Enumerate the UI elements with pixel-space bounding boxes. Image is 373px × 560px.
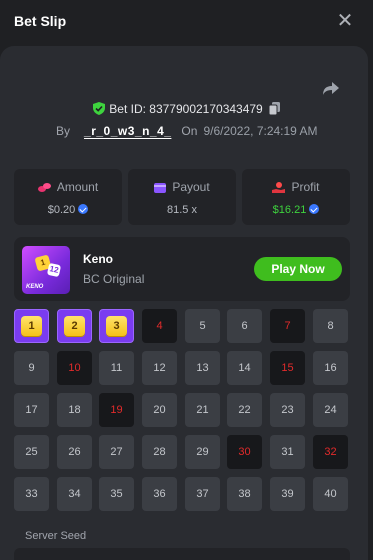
keno-cell[interactable]: 24	[313, 393, 348, 427]
on-label: On	[181, 124, 198, 138]
keno-cell-drawn[interactable]: 4	[142, 309, 177, 343]
shield-check-icon	[93, 102, 106, 115]
close-icon[interactable]: ✕	[335, 9, 355, 33]
keno-cell-drawn[interactable]: 32	[313, 435, 348, 469]
keno-cell[interactable]: 35	[99, 477, 134, 511]
coins-icon	[37, 183, 51, 192]
bet-datetime: 9/6/2022, 7:24:19 AM	[203, 124, 318, 138]
keno-cell[interactable]: 17	[14, 393, 49, 427]
username-link[interactable]: _r_0_w3_n_4_	[84, 124, 171, 138]
amount-value: $0.20	[14, 204, 122, 216]
usd-coin-icon	[78, 204, 89, 214]
keno-tile: 3	[106, 316, 127, 336]
keno-cell-hit[interactable]: 3	[99, 309, 134, 343]
keno-cell[interactable]: 31	[270, 435, 305, 469]
keno-cell[interactable]: 27	[99, 435, 134, 469]
profit-value: $16.21	[242, 204, 350, 216]
keno-cell[interactable]: 21	[185, 393, 220, 427]
keno-cell[interactable]: 28	[142, 435, 177, 469]
amount-card: Amount $0.20	[14, 169, 122, 225]
server-seed-label: Server Seed	[25, 530, 87, 542]
wallet-icon	[154, 183, 167, 193]
keno-cell[interactable]: 13	[185, 351, 220, 385]
game-provider: BC Original	[83, 272, 145, 286]
keno-cell-drawn[interactable]: 30	[227, 435, 262, 469]
share-icon[interactable]	[321, 78, 341, 98]
payout-label: Payout	[172, 180, 210, 194]
keno-cell[interactable]: 36	[142, 477, 177, 511]
keno-cell[interactable]: 34	[57, 477, 92, 511]
keno-cell[interactable]: 23	[270, 393, 305, 427]
keno-tile: 1	[21, 316, 42, 336]
profit-card: Profit $16.21	[242, 169, 350, 225]
server-seed-field	[14, 548, 350, 560]
keno-tile: 2	[64, 316, 85, 336]
money-hand-icon	[272, 182, 286, 193]
amount-label: Amount	[56, 180, 99, 194]
scrollbar[interactable]	[368, 380, 373, 440]
keno-cell[interactable]: 11	[99, 351, 134, 385]
keno-cell[interactable]: 16	[313, 351, 348, 385]
payout-value: 81.5 x	[167, 204, 197, 216]
keno-cell-drawn[interactable]: 15	[270, 351, 305, 385]
keno-cell-drawn[interactable]: 10	[57, 351, 92, 385]
keno-cell[interactable]: 25	[14, 435, 49, 469]
keno-cell[interactable]: 38	[227, 477, 262, 511]
header-bar: Bet Slip ✕	[0, 0, 373, 46]
keno-cell[interactable]: 29	[185, 435, 220, 469]
page-title: Bet Slip	[14, 13, 67, 29]
keno-cell[interactable]: 5	[185, 309, 220, 343]
bet-id-line: Bet ID: 83779002170343479	[0, 102, 373, 116]
keno-cell-hit[interactable]: 1	[14, 309, 49, 343]
keno-cell-drawn[interactable]: 19	[99, 393, 134, 427]
keno-cell[interactable]: 26	[57, 435, 92, 469]
keno-cell-hit[interactable]: 2	[57, 309, 92, 343]
keno-cell[interactable]: 8	[313, 309, 348, 343]
keno-cell[interactable]: 20	[142, 393, 177, 427]
by-label: By	[56, 124, 71, 138]
usd-coin-icon	[309, 204, 320, 214]
thumb-die-2: 12	[46, 262, 62, 278]
keno-cell[interactable]: 14	[227, 351, 262, 385]
play-now-button[interactable]: Play Now	[254, 257, 342, 281]
game-name: Keno	[83, 252, 113, 266]
keno-cell[interactable]: 37	[185, 477, 220, 511]
keno-cell[interactable]: 12	[142, 351, 177, 385]
keno-cell[interactable]: 9	[14, 351, 49, 385]
payout-card: Payout 81.5 x	[128, 169, 236, 225]
profit-label: Profit	[291, 180, 320, 194]
keno-cell[interactable]: 33	[14, 477, 49, 511]
keno-cell-drawn[interactable]: 7	[270, 309, 305, 343]
keno-cell[interactable]: 6	[227, 309, 262, 343]
bet-byline: By _r_0_w3_n_4_ On 9/6/2022, 7:24:19 AM	[56, 124, 318, 138]
keno-cell[interactable]: 39	[270, 477, 305, 511]
game-card: 1 12 KENO Keno BC Original Play Now	[14, 237, 350, 301]
copy-icon[interactable]	[268, 102, 280, 115]
bet-id: Bet ID: 83779002170343479	[109, 102, 263, 116]
stats-row: Amount $0.20 Payout 81.5 x Profit $16.21	[14, 169, 350, 225]
keno-cell[interactable]: 40	[313, 477, 348, 511]
thumb-text: KENO	[26, 284, 44, 290]
keno-cell[interactable]: 18	[57, 393, 92, 427]
keno-cell[interactable]: 22	[227, 393, 262, 427]
keno-thumbnail[interactable]: 1 12 KENO	[22, 246, 70, 294]
